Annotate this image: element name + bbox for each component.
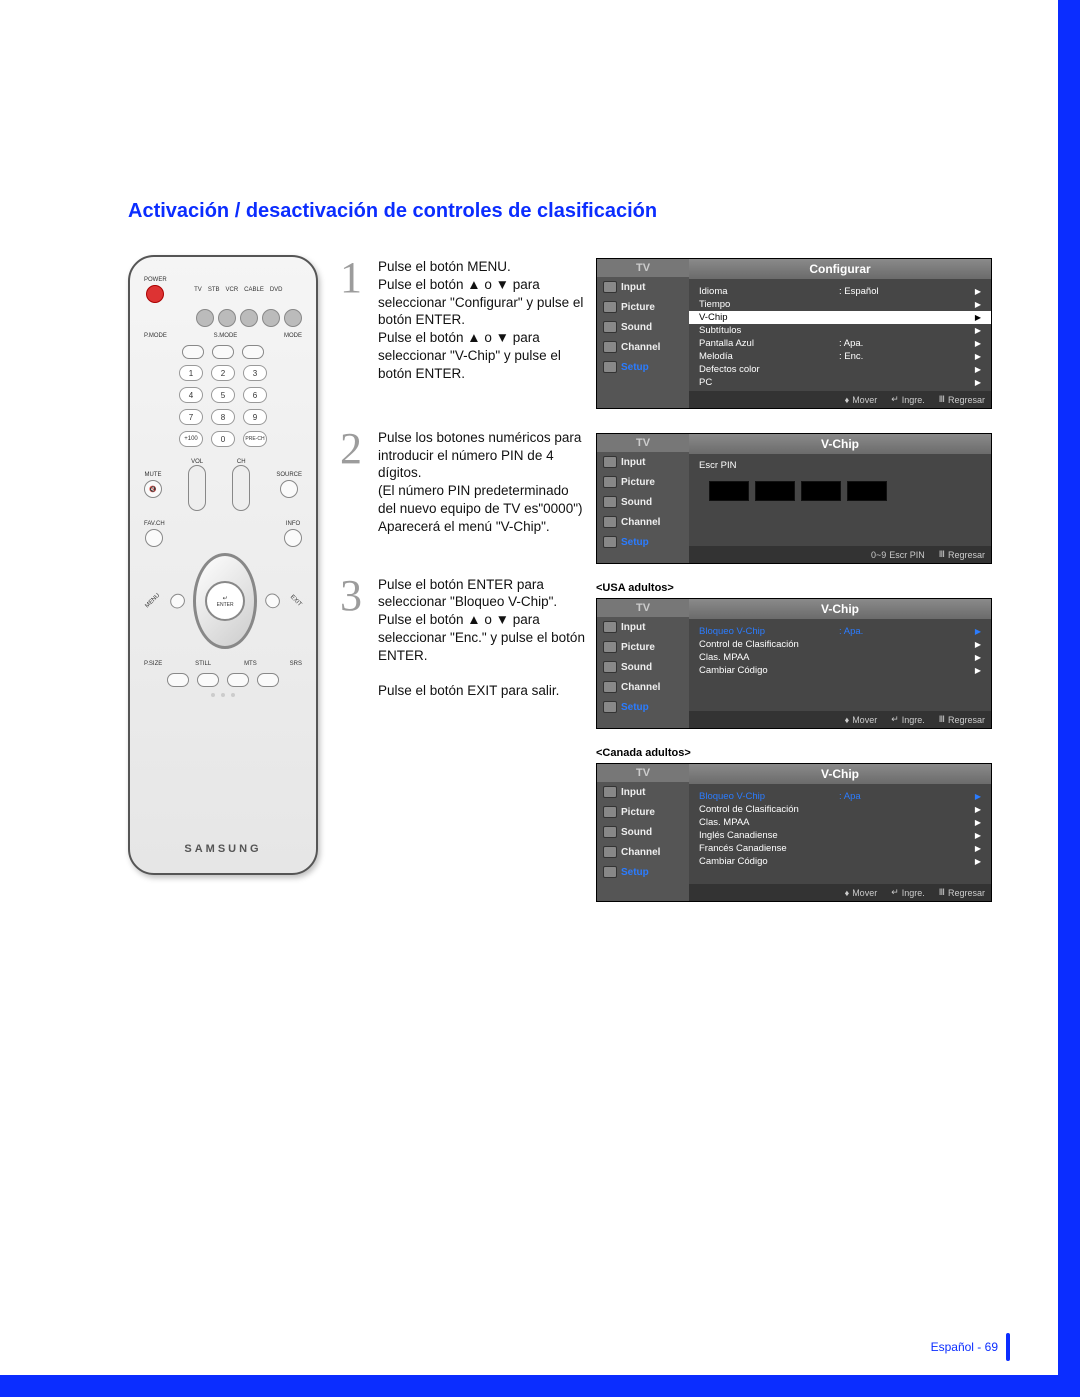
osd-tab-sound: Sound xyxy=(597,317,689,337)
osd-title: V-Chip xyxy=(689,434,991,454)
channel-rocker[interactable] xyxy=(232,465,250,511)
dpad[interactable]: ↵ ENTER xyxy=(193,553,257,649)
num-2-button[interactable]: 2 xyxy=(211,365,235,381)
num-7-button[interactable]: 7 xyxy=(179,409,203,425)
num-9-button[interactable]: 9 xyxy=(243,409,267,425)
num-8-button[interactable]: 8 xyxy=(211,409,235,425)
updown-icon: ♦ xyxy=(845,395,850,405)
step-number: 3 xyxy=(340,576,370,701)
favch-button[interactable] xyxy=(145,529,163,547)
osd-tab-channel: Channel xyxy=(597,337,689,357)
pmode-button[interactable] xyxy=(182,345,204,359)
menu-button[interactable] xyxy=(167,591,188,612)
mode-button[interactable] xyxy=(242,345,264,359)
osd-configurar: TV Input Picture Sound Channel Setup Con… xyxy=(596,258,992,409)
page-footer: Español - 69 xyxy=(931,1333,1010,1361)
info-button[interactable] xyxy=(284,529,302,547)
setup-icon xyxy=(603,361,617,373)
channel-icon xyxy=(603,341,617,353)
step-text: Pulse el botón MENU. Pulse el botón ▲ o … xyxy=(378,258,588,383)
osd-group-label-usa: <USA adultos> xyxy=(596,582,1004,594)
steps-column: 1 Pulse el botón MENU. Pulse el botón ▲ … xyxy=(340,258,588,734)
device-select-button[interactable] xyxy=(218,309,236,327)
source-button[interactable] xyxy=(280,480,298,498)
osd-body: Idioma: Español Tiempo V-Chip Subtítulos… xyxy=(689,279,991,391)
num-4-button[interactable]: 4 xyxy=(179,387,203,403)
num-0-button[interactable]: 0 xyxy=(211,431,235,447)
step-number: 2 xyxy=(340,429,370,536)
osd-tab-input: Input xyxy=(597,277,689,297)
volume-rocker[interactable] xyxy=(188,465,206,511)
device-select-button[interactable] xyxy=(240,309,258,327)
samsung-brand-label: SAMSUNG xyxy=(184,843,261,855)
mute-button[interactable]: 🔇 xyxy=(144,480,162,498)
step-3: 3 Pulse el botón ENTER para seleccionar … xyxy=(340,576,588,701)
device-select-button[interactable] xyxy=(196,309,214,327)
step-1: 1 Pulse el botón MENU. Pulse el botón ▲ … xyxy=(340,258,588,383)
osd-row-selected: V-Chip xyxy=(689,311,991,324)
device-select-button[interactable] xyxy=(284,309,302,327)
num-3-button[interactable]: 3 xyxy=(243,365,267,381)
osd-vchip-pin: TV Input Picture Sound Channel Setup V-C… xyxy=(596,433,992,564)
power-button[interactable] xyxy=(146,285,164,303)
osd-vchip-canada: TV Input Picture Sound Channel Setup V-C… xyxy=(596,763,992,902)
prech-button[interactable]: PRE-CH xyxy=(243,431,267,447)
footer-bar-icon xyxy=(1006,1333,1010,1361)
osd-group-label-canada: <Canada adultos> xyxy=(596,747,1004,759)
sound-icon xyxy=(603,321,617,333)
smode-button[interactable] xyxy=(212,345,234,359)
numpad-icon: 0~9 xyxy=(871,550,886,560)
osd-row-selected: Bloqueo V-Chip: Apa. xyxy=(699,625,981,638)
step-2: 2 Pulse los botones numéricos para intro… xyxy=(340,429,588,536)
osd-row-selected: Bloqueo V-Chip: Apa xyxy=(699,790,981,803)
step-text: Pulse los botones numéricos para introdu… xyxy=(378,429,588,536)
osd-column: TV Input Picture Sound Channel Setup Con… xyxy=(596,258,1004,902)
num-5-button[interactable]: 5 xyxy=(211,387,235,403)
osd-tv-label: TV xyxy=(597,259,689,277)
page-frame: Activación / desactivación de controles … xyxy=(0,0,1080,1397)
num-1-button[interactable]: 1 xyxy=(179,365,203,381)
step-number: 1 xyxy=(340,258,370,383)
enter-button[interactable]: ↵ ENTER xyxy=(205,581,245,621)
remote-control-illustration: POWER TV STB VCR CABLE DVD P.MODE S.MODE… xyxy=(128,255,318,875)
osd-tab-setup: Setup xyxy=(597,357,689,377)
num-6-button[interactable]: 6 xyxy=(243,387,267,403)
device-select-button[interactable] xyxy=(262,309,280,327)
decorative-dots xyxy=(211,693,235,697)
return-icon: Ⅲ xyxy=(939,394,945,405)
return-icon: Ⅲ xyxy=(939,549,945,560)
footer-language: Español xyxy=(931,1340,974,1354)
footer-page-number: 69 xyxy=(985,1340,998,1354)
step-text: Pulse el botón ENTER para seleccionar "B… xyxy=(378,576,588,701)
pin-input-boxes xyxy=(709,481,981,501)
osd-title: Configurar xyxy=(689,259,991,279)
picture-icon xyxy=(603,301,617,313)
osd-tab-picture: Picture xyxy=(597,297,689,317)
pin-label: Escr PIN xyxy=(699,460,981,471)
exit-button[interactable] xyxy=(263,591,284,612)
osd-vchip-usa: TV Input Picture Sound Channel Setup V-C… xyxy=(596,598,992,729)
power-label: POWER xyxy=(144,277,167,283)
page-title: Activación / desactivación de controles … xyxy=(128,200,657,223)
plus100-button[interactable]: +100 xyxy=(179,431,203,447)
input-icon xyxy=(603,281,617,293)
osd-footer: ♦Mover ↵Ingre. ⅢRegresar xyxy=(689,391,991,408)
enter-icon: ↵ xyxy=(891,394,899,405)
